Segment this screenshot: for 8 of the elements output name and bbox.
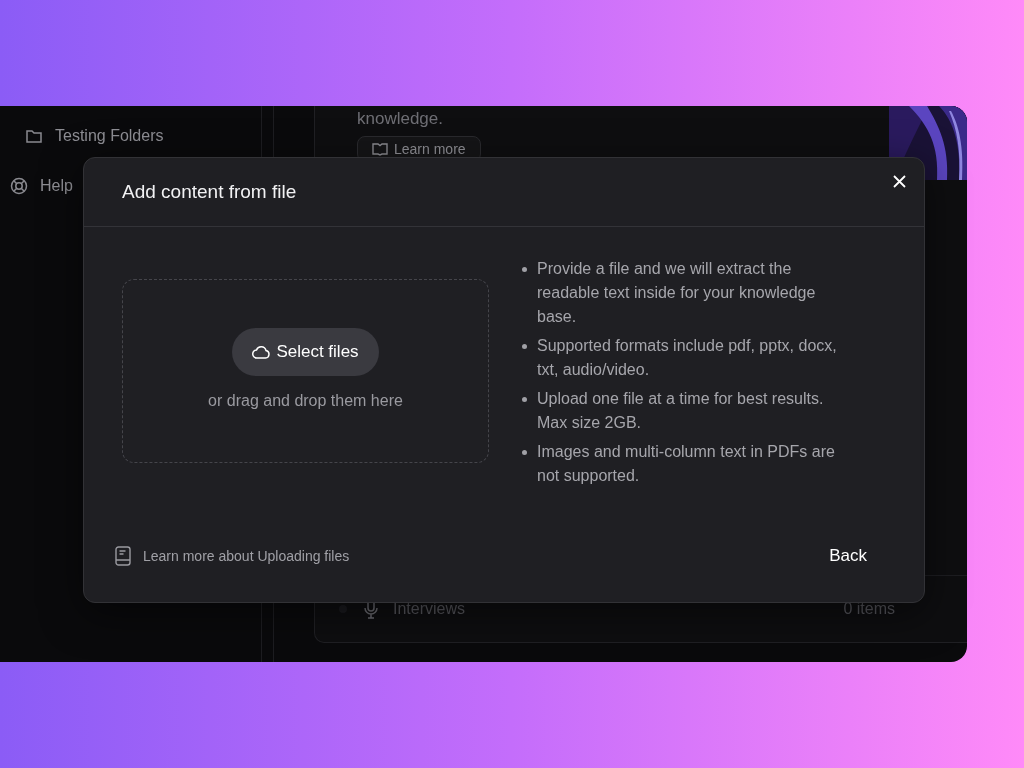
row-name: Interviews [393, 600, 467, 618]
note-text: Upload one file at a time for best results. Max size 2GB. [537, 389, 825, 433]
note-text: Supported formats include pdf, pptx, docx, txt, audio/video. [537, 336, 838, 380]
card-text: knowledge. [357, 109, 444, 129]
dialog-title: Add content from file [122, 181, 297, 203]
drop-hint: or drag and drop them here [208, 392, 403, 410]
note-text: Images and multi-column text in PDFs are not supported. [537, 442, 836, 486]
note-text: Provide a file and we will extract the readable text inside for your knowledge base. [537, 259, 817, 327]
